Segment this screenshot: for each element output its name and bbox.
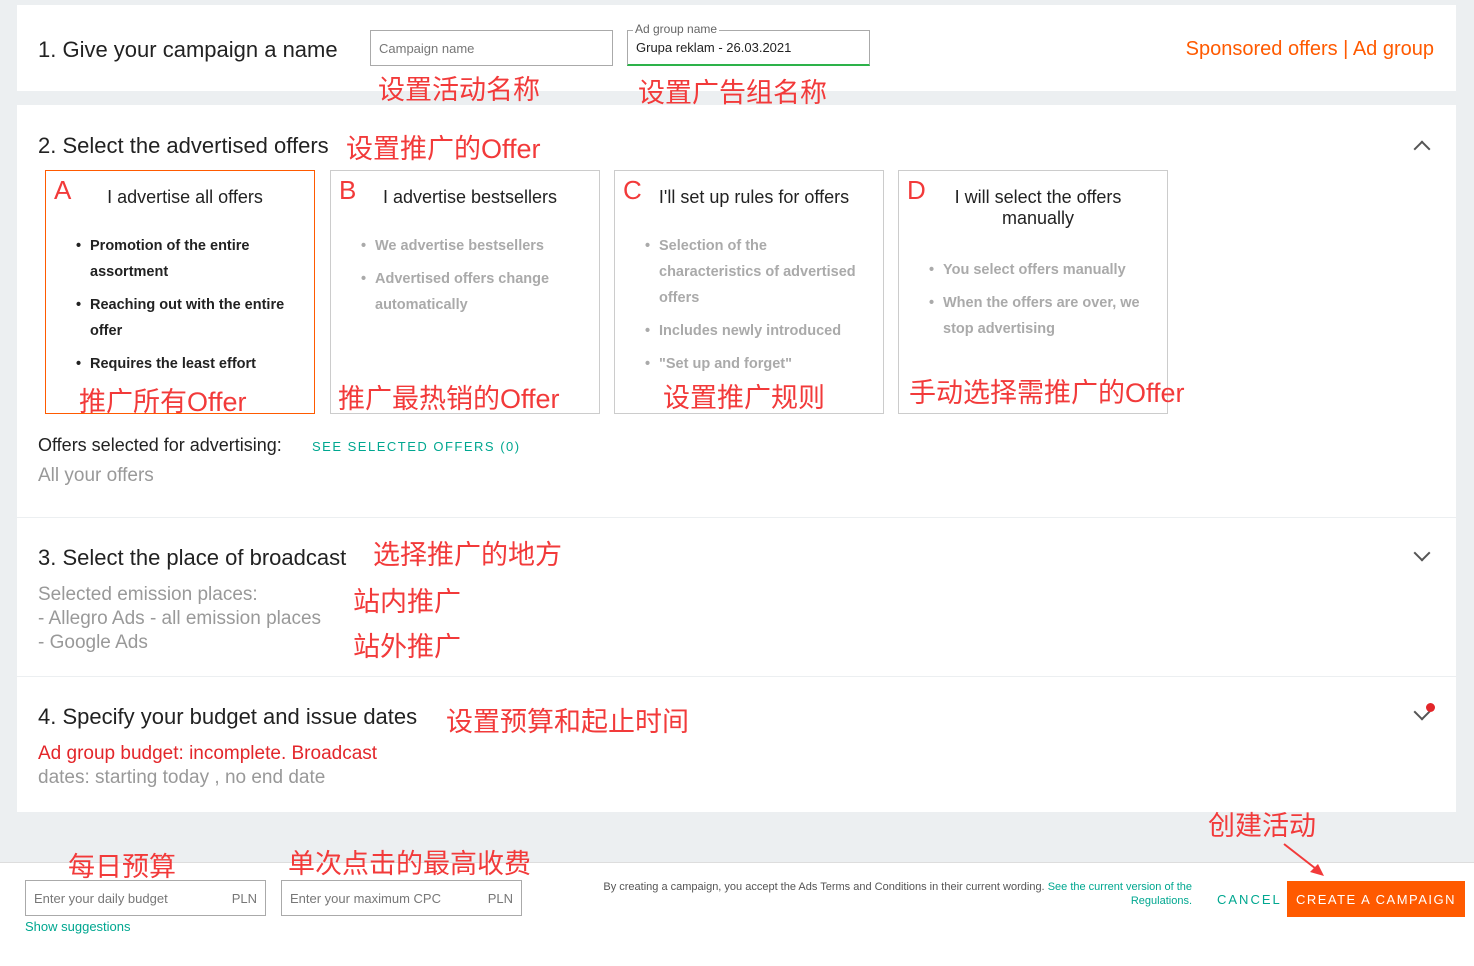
card-letter: C bbox=[623, 175, 642, 205]
budget-status: Ad group budget: incomplete. Broadcast bbox=[38, 743, 378, 764]
annotation: 站内推广 bbox=[353, 587, 461, 618]
card-bullet: Reaching out with the entire offer bbox=[76, 292, 304, 344]
card-bullet: Selection of the characteristics of adve… bbox=[645, 233, 873, 311]
annotation: 手动选择需推广的Offer bbox=[909, 378, 1185, 409]
annotation: 设置推广规则 bbox=[663, 383, 825, 414]
card-title: I advertise all offers bbox=[107, 187, 263, 207]
annotation: 设置预算和起止时间 bbox=[446, 707, 689, 738]
section-4-title: 4. Specify your budget and issue dates bbox=[38, 704, 418, 729]
section-budget-dates: 4. Specify your budget and issue dates A… bbox=[17, 677, 1456, 812]
annotation: 站外推广 bbox=[353, 632, 461, 663]
cancel-button[interactable]: CANCEL bbox=[1217, 892, 1282, 907]
offers-selected-label: Offers selected for advertising: bbox=[38, 435, 282, 455]
annotation: 推广最热销的Offer bbox=[338, 384, 560, 415]
section-broadcast-place: 3. Select the place of broadcast Selecte… bbox=[17, 518, 1456, 676]
chevron-up-icon[interactable] bbox=[1413, 140, 1431, 158]
dates-status: dates: starting today , no end date bbox=[38, 767, 326, 788]
annotation: 创建活动 bbox=[1208, 811, 1316, 842]
card-letter: B bbox=[339, 175, 357, 205]
annotation: 单次点击的最高收费 bbox=[288, 849, 531, 880]
annotation: 选择推广的地方 bbox=[373, 540, 562, 571]
card-letter: A bbox=[54, 175, 72, 205]
all-offers-text: All your offers bbox=[38, 465, 154, 486]
regulations-link[interactable]: See the current version of the Regulatio… bbox=[1048, 881, 1192, 907]
annotation: 每日预算 bbox=[68, 852, 176, 883]
section-1-title: 1. Give your campaign a name bbox=[38, 37, 338, 62]
emission-places-label: Selected emission places: bbox=[38, 584, 258, 605]
card-title: I'll set up rules for offers bbox=[658, 187, 850, 207]
card-bullet: "Set up and forget" bbox=[645, 351, 873, 377]
card-bullet: Requires the least effort bbox=[76, 351, 304, 377]
card-title: I will select the offers manually bbox=[954, 187, 1122, 228]
max-cpc-input[interactable]: Enter your maximum CPC PLN bbox=[281, 880, 522, 916]
ad-group-name-label: Ad group name bbox=[633, 22, 720, 36]
currency-label: PLN bbox=[231, 890, 257, 906]
breadcrumb: Sponsored offers | Ad group bbox=[1186, 38, 1434, 61]
campaign-name-input[interactable]: Campaign name bbox=[370, 30, 613, 66]
breadcrumb-sponsored-offers[interactable]: Sponsored offers bbox=[1186, 38, 1338, 60]
arrow-icon bbox=[1283, 843, 1324, 876]
annotation: 设置推广的Offer bbox=[346, 134, 541, 165]
card-letter: D bbox=[907, 175, 926, 205]
card-bullet: Promotion of the entire assortment bbox=[76, 233, 304, 285]
create-campaign-button[interactable]: CREATE A CAMPAIGN bbox=[1287, 881, 1465, 917]
card-bullet: We advertise bestsellers bbox=[361, 233, 589, 259]
option-card-all-offers[interactable]: A I advertise all offers Promotion of th… bbox=[45, 170, 315, 414]
breadcrumb-ad-group[interactable]: Ad group bbox=[1353, 38, 1434, 60]
card-bullet: When the offers are over, we stop advert… bbox=[929, 290, 1157, 342]
emission-place: - Google Ads bbox=[38, 632, 148, 653]
section-3-title: 3. Select the place of broadcast bbox=[38, 545, 347, 570]
section-2-title: 2. Select the advertised offers bbox=[38, 133, 329, 158]
card-title: I advertise bestsellers bbox=[382, 187, 558, 207]
annotation: 设置活动名称 bbox=[378, 75, 540, 106]
emission-place: - Allegro Ads - all emission places bbox=[38, 608, 322, 629]
card-bullet: Includes newly introduced bbox=[645, 318, 873, 344]
show-suggestions-link[interactable]: Show suggestions bbox=[25, 919, 131, 934]
annotation: 推广所有Offer bbox=[79, 387, 247, 418]
card-bullet: You select offers manually bbox=[929, 257, 1157, 283]
currency-label: PLN bbox=[487, 890, 513, 906]
daily-budget-input[interactable]: Enter your daily budget PLN bbox=[25, 880, 266, 916]
warning-dot-icon bbox=[1426, 703, 1435, 712]
see-selected-offers-link[interactable]: SEE SELECTED OFFERS (0) bbox=[312, 439, 521, 454]
card-bullet: Advertised offers change automatically bbox=[361, 266, 589, 318]
chevron-down-icon[interactable] bbox=[1413, 544, 1431, 562]
breadcrumb-separator: | bbox=[1343, 38, 1349, 60]
terms-text: By creating a campaign, you accept the A… bbox=[603, 881, 1192, 907]
